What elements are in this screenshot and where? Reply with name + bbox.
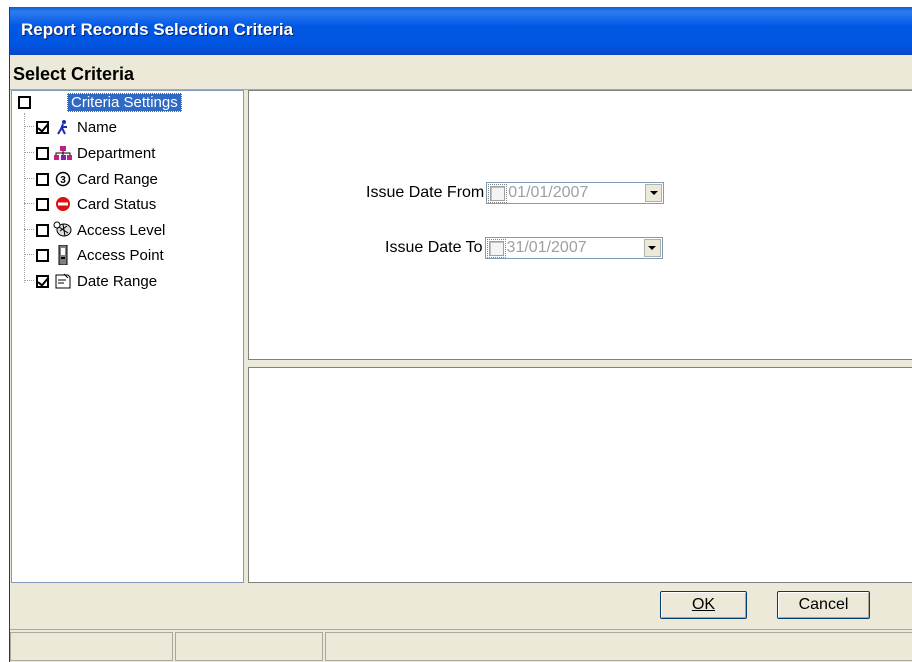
tree-item-card-range[interactable]: 3 Card Range	[36, 168, 158, 190]
detail-panel	[248, 367, 912, 583]
issue-date-from-value: 01/01/2007	[508, 184, 589, 201]
department-icon	[53, 144, 73, 162]
issue-date-to-label: Issue Date To	[385, 239, 483, 256]
card-range-checkbox[interactable]	[36, 172, 49, 186]
status-cell	[10, 632, 173, 661]
card-range-icon: 3	[53, 170, 73, 188]
tree-item-label: Card Range	[77, 170, 158, 188]
issue-date-from-checkbox[interactable]	[488, 183, 508, 203]
tree-connector-line	[24, 254, 34, 255]
tree-root-criteria-settings[interactable]: Criteria Settings	[18, 91, 182, 113]
card-status-checkbox[interactable]	[36, 197, 49, 211]
tree-connector-line	[24, 152, 34, 153]
status-bar	[10, 629, 912, 662]
date-range-panel: Issue Date From 01/01/2007 Issue Date To…	[248, 90, 912, 360]
title-bar[interactable]: Report Records Selection Criteria	[10, 7, 912, 55]
tree-connector-line	[24, 280, 34, 281]
issue-date-from-label: Issue Date From	[366, 184, 485, 201]
status-cell	[175, 632, 323, 661]
issue-date-from-row: Issue Date From 01/01/2007	[366, 182, 665, 204]
issue-date-to-picker[interactable]: 31/01/2007	[484, 237, 663, 259]
ok-button-label: OK	[691, 596, 716, 613]
cancel-button[interactable]: Cancel	[777, 591, 870, 619]
tree-item-department[interactable]: Department	[36, 142, 155, 164]
issue-date-from-picker[interactable]: 01/01/2007	[486, 182, 665, 204]
date-range-checkbox[interactable]	[36, 274, 49, 288]
tree-item-access-point[interactable]: Access Point	[36, 244, 164, 266]
ok-button[interactable]: OK	[660, 591, 747, 619]
tree-item-label: Card Status	[77, 195, 157, 213]
tree-item-date-range[interactable]: Date Range	[36, 270, 157, 292]
access-point-checkbox[interactable]	[36, 248, 49, 262]
section-title: Select Criteria	[13, 64, 135, 84]
svg-text:3: 3	[60, 175, 66, 186]
issue-date-to-value: 31/01/2007	[506, 239, 587, 256]
tree-item-label: Access Level	[77, 221, 166, 239]
tree-item-card-status[interactable]: Card Status	[36, 193, 156, 215]
report-selection-window: Report Records Selection Criteria Select…	[9, 7, 912, 662]
tree-item-label: Name	[77, 118, 118, 136]
department-checkbox[interactable]	[36, 146, 49, 160]
issue-date-to-row: Issue Date To 31/01/2007	[385, 237, 663, 259]
person-icon	[53, 118, 73, 136]
window-title: Report Records Selection Criteria	[21, 20, 294, 39]
access-level-icon	[53, 221, 73, 239]
status-cell	[325, 632, 912, 661]
chevron-down-icon[interactable]	[645, 184, 663, 202]
tree-item-name[interactable]: Name	[36, 116, 117, 138]
access-level-checkbox[interactable]	[36, 223, 49, 237]
tree-connector-line	[24, 113, 25, 283]
tree-connector-line	[24, 229, 34, 230]
tree-item-label: Date Range	[77, 272, 158, 290]
access-point-icon	[53, 245, 73, 265]
section-header: Select Criteria	[10, 57, 912, 90]
tree-connector-line	[24, 203, 34, 204]
chevron-down-icon[interactable]	[643, 239, 661, 257]
root-checkbox[interactable]	[18, 95, 31, 109]
name-checkbox[interactable]	[36, 120, 49, 134]
tree-root-label: Criteria Settings	[67, 92, 182, 112]
criteria-tree[interactable]: Criteria Settings Name Department 3 Card…	[11, 90, 244, 583]
calendar-icon	[53, 272, 73, 290]
tree-connector-line	[24, 178, 34, 179]
issue-date-to-checkbox[interactable]	[486, 238, 506, 258]
cancel-button-label: Cancel	[798, 596, 849, 613]
tree-item-label: Access Point	[77, 246, 164, 264]
no-entry-icon	[53, 195, 73, 213]
tree-item-access-level[interactable]: Access Level	[36, 219, 165, 241]
tree-connector-line	[24, 126, 34, 127]
tree-item-label: Department	[77, 144, 156, 162]
